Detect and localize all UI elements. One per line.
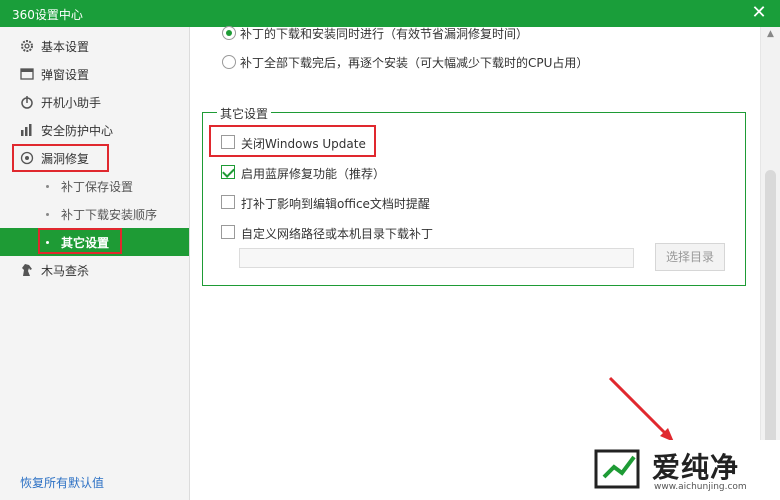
sidebar-item-popup[interactable]: 弹窗设置	[0, 60, 189, 88]
checkbox[interactable]	[221, 225, 235, 239]
group-title: 其它设置	[217, 105, 272, 122]
select-directory-button[interactable]: 选择目录	[655, 243, 725, 271]
sidebar: 基本设置 弹窗设置 开机小助手 安全防护中心 漏洞修复 补丁保存设置 补丁下载安…	[0, 27, 190, 500]
watermark-brand: 爱纯净	[652, 451, 740, 484]
checkbox[interactable]	[221, 165, 235, 179]
sidebar-item-label: 开机小助手	[41, 96, 102, 110]
download-path-input[interactable]	[239, 248, 634, 268]
checkbox[interactable]	[221, 195, 235, 209]
sidebar-subitem-download-order[interactable]: 补丁下载安装顺序	[0, 200, 189, 228]
watermark-url: www.aichunjing.com	[654, 482, 747, 492]
sidebar-item-security[interactable]: 安全防护中心	[0, 116, 189, 144]
vertical-scrollbar[interactable]: ▲ ▼	[760, 27, 780, 500]
sidebar-item-label: 漏洞修复	[41, 152, 90, 166]
window-icon	[20, 68, 34, 80]
close-icon[interactable]: ✕	[750, 2, 768, 24]
radio-button[interactable]	[222, 55, 236, 69]
bullet-icon	[46, 213, 49, 216]
scroll-thumb[interactable]	[765, 170, 776, 465]
radio-button[interactable]	[222, 26, 236, 40]
checkbox-label: 打补丁影响到编辑office文档时提醒	[241, 197, 430, 211]
power-icon	[21, 96, 33, 109]
sidebar-item-label: 木马查杀	[41, 264, 90, 278]
horse-icon	[22, 264, 32, 276]
radio-label: 补丁的下载和安装同时进行（有效节省漏洞修复时间）	[240, 27, 529, 41]
sidebar-subitem-other-settings[interactable]: 其它设置	[0, 228, 189, 256]
restore-defaults-link[interactable]: 恢复所有默认值	[20, 474, 104, 491]
brand-logo-icon	[594, 449, 640, 489]
checkbox[interactable]	[221, 135, 235, 149]
title-bar: 360设置中心 ✕	[0, 0, 780, 27]
patch-icon	[20, 151, 34, 165]
checkbox-label: 启用蓝屏修复功能（推荐）	[241, 167, 386, 181]
other-settings-group: 其它设置 关闭Windows Update 启用蓝屏修复功能（推荐） 打补丁影响…	[202, 105, 746, 286]
radio-label: 补丁全部下载完后，再逐个安装（可大幅减少下载时的CPU占用）	[240, 56, 589, 70]
annotation-arrow-icon	[608, 376, 674, 442]
window-title: 360设置中心	[12, 8, 83, 22]
scroll-up-icon[interactable]: ▲	[761, 29, 780, 43]
checkbox-label: 自定义网络路径或本机目录下载补丁	[241, 227, 434, 241]
gear-icon	[21, 40, 33, 52]
sidebar-item-basic[interactable]: 基本设置	[0, 32, 189, 60]
sidebar-subitem-label: 补丁保存设置	[61, 180, 134, 194]
sidebar-subitem-label: 其它设置	[61, 236, 110, 250]
watermark: 爱纯净 www.aichunjing.com	[584, 440, 780, 500]
sidebar-item-label: 安全防护中心	[41, 124, 114, 138]
sidebar-item-trojan-scan[interactable]: 木马查杀	[0, 256, 189, 284]
bullet-icon	[46, 185, 49, 188]
sidebar-item-label: 基本设置	[41, 40, 90, 54]
sidebar-item-label: 弹窗设置	[41, 68, 90, 82]
checkbox-label: 关闭Windows Update	[241, 137, 366, 151]
sidebar-item-startup[interactable]: 开机小助手	[0, 88, 189, 116]
sidebar-item-vuln-fix[interactable]: 漏洞修复	[0, 144, 189, 172]
sidebar-subitem-label: 补丁下载安装顺序	[61, 208, 158, 222]
bullet-icon	[46, 241, 49, 244]
bars-icon	[21, 124, 32, 136]
sidebar-subitem-patch-save[interactable]: 补丁保存设置	[0, 172, 189, 200]
